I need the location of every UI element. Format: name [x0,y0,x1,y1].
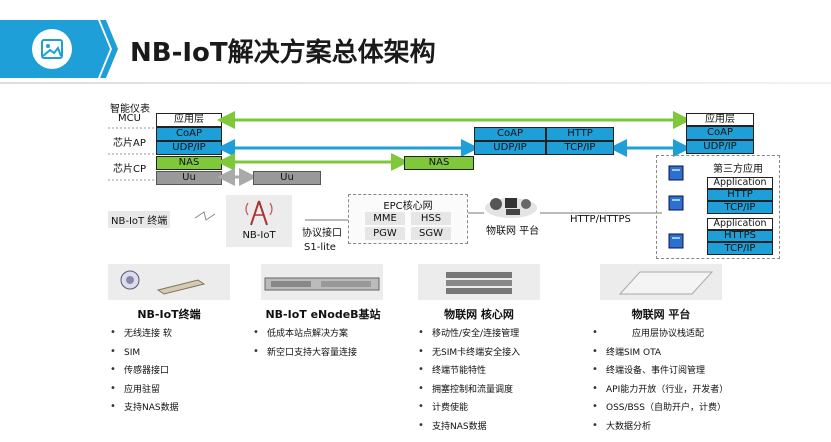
meter-icon [120,270,206,295]
list-item: OSS/BSS（自助开户，计费） [592,398,728,418]
platform-udpip: UDP/IP [474,141,546,155]
mid-uu: Uu [253,171,321,185]
server-icon [668,233,684,249]
list-item: 终端设备、事件订阅管理 [592,361,728,381]
app2-https: HTTPS [707,230,773,242]
server-icon [668,195,684,211]
s1-lite-label: S1-lite [304,242,336,253]
list-item: 应用层协议栈适配 [592,324,728,344]
app1-http: HTTP [707,189,773,201]
platform-image [600,264,722,300]
platform-features: 应用层协议栈适配 终端SIM OTA 终端设备、事件订阅管理 API能力开放（行… [592,324,728,437]
list-item: 无SIM卡终端安全接入 [418,343,520,363]
core-features: 移动性/安全/连接管理 无SIM卡终端安全接入 终端节能特性 拥塞控制和流量调度… [418,324,520,437]
epc-hss: HSS [411,212,451,225]
list-item: API能力开放（行业，开发者） [592,380,728,400]
epc-mme: MME [365,212,405,225]
list-item: 终端SIM OTA [592,343,728,363]
terminal-image [108,264,230,300]
platform-coap: CoAP [474,127,546,141]
app1-tcpip: TCP/IP [707,201,773,214]
core-image [418,264,540,300]
list-item: 新空口支持大容量连接 [253,343,357,363]
app2-application: Application [707,218,773,230]
list-item: 大数据分析 [592,417,728,437]
epc-title: EPC核心网 [383,201,433,212]
section-title-platform: 物联网 平台 [631,308,691,321]
list-item: 计费使能 [418,398,520,418]
platform-http: HTTP [546,127,614,141]
list-item: 支持NAS数据 [418,417,520,437]
right-coap: CoAP [686,126,754,140]
section-title-terminal: NB-IoT终端 [137,308,201,321]
list-item: 无线连接 软 [110,324,179,344]
list-item: 终端节能特性 [418,361,520,381]
iface-label: 协议接口 [302,228,342,239]
list-item: 传感器接口 [110,361,179,381]
mid-nas: NAS [404,156,474,170]
enodeb-label: NB-IoT [242,230,276,241]
list-item: 低成本站点解决方案 [253,324,357,344]
epc-pgw: PGW [365,227,405,240]
right-app-layer: 应用层 [686,113,754,126]
enodeb-features: 低成本站点解决方案 新空口支持大容量连接 [253,324,357,363]
server-box-icon [618,271,714,295]
list-item: 支持NAS数据 [110,398,179,418]
label-terminal: NB-IoT 终端 [108,211,171,228]
terminal-features: 无线连接 软 SIM 传感器接口 应用驻留 支持NAS数据 [110,324,179,418]
list-item: 移动性/安全/连接管理 [418,324,520,344]
app1-application: Application [707,177,773,189]
third-party-apps: 第三方应用 Application HTTP TCP/IP Applicatio… [656,155,780,259]
app2-tcpip: TCP/IP [707,242,773,255]
antenna-icon [245,200,273,226]
http-link-label: HTTP/HTTPS [570,214,631,225]
enodeb-node: NB-IoT [226,195,292,247]
list-item: SIM [110,343,179,363]
enodeb-image [261,264,383,300]
list-item: 拥塞控制和流量调度 [418,380,520,400]
platform-tcpip: TCP/IP [546,141,614,155]
section-title-enodeb: NB-IoT eNodeB基站 [265,308,381,321]
section-title-core: 物联网 核心网 [444,308,514,321]
list-item: 应用驻留 [110,380,179,400]
third-party-title: 第三方应用 [713,164,763,175]
iot-platform-label: 物联网 平台 [486,226,540,237]
cloud-icon [485,198,537,218]
right-udpip: UDP/IP [686,140,754,154]
epc-core: EPC核心网 MME HSS PGW SGW [348,194,468,244]
epc-sgw: SGW [411,227,451,240]
base-station-icon [264,277,380,291]
server-icon [668,165,684,181]
rack-icon [446,272,512,294]
